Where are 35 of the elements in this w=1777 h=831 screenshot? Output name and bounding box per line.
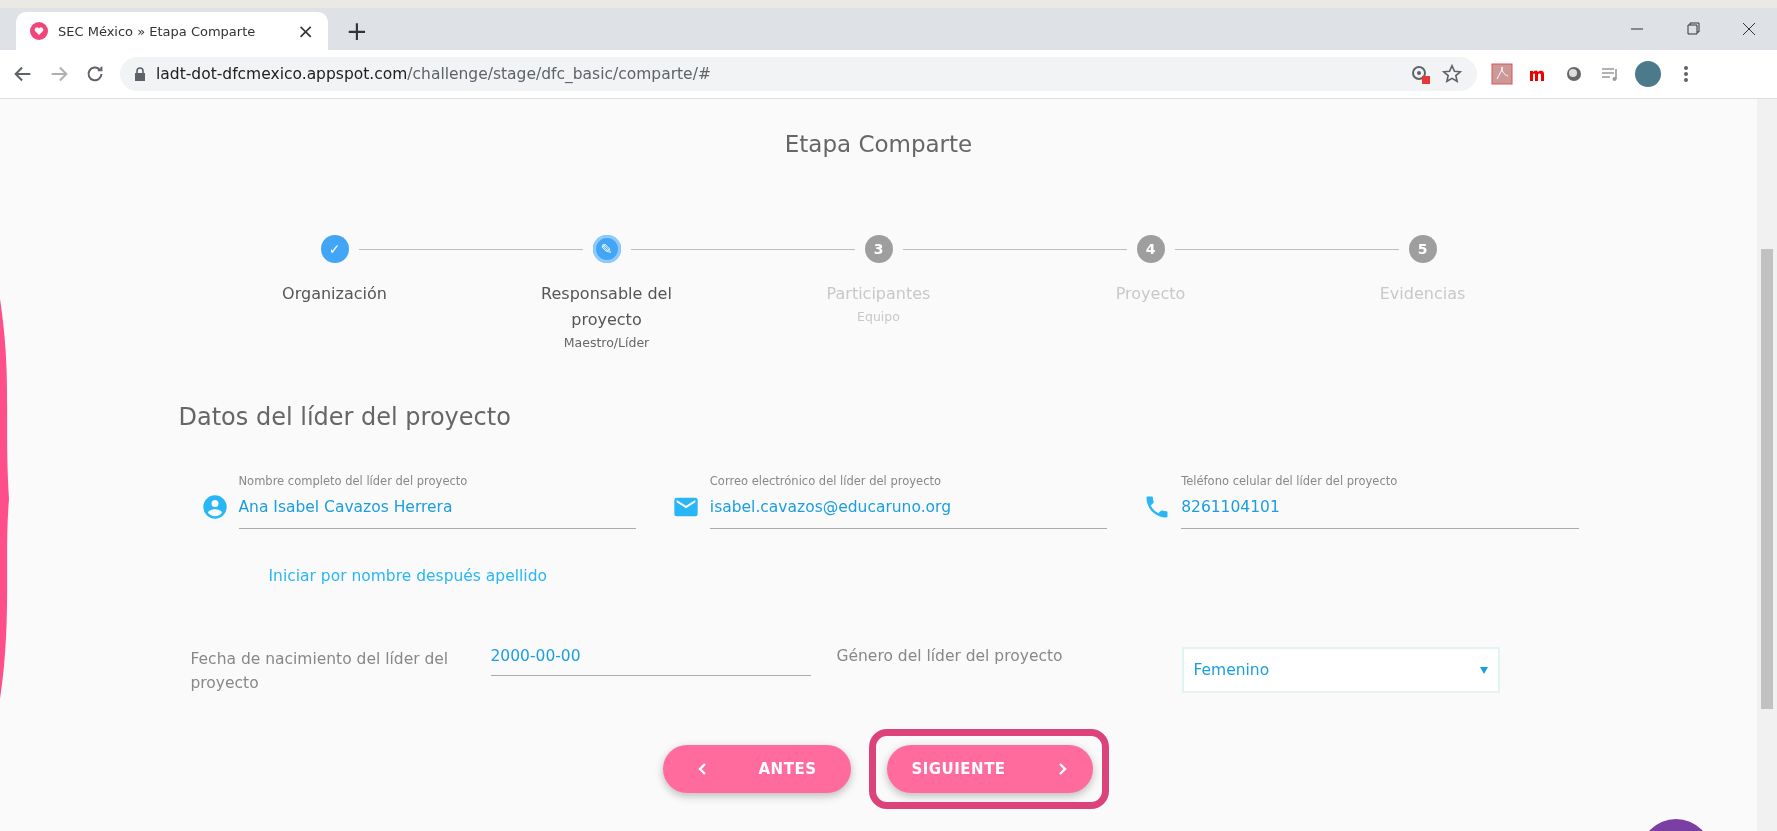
caret-icon [1479, 666, 1488, 674]
url-path: /challenge/stage/dfc_basic/comparte/# [407, 65, 711, 83]
profile-avatar[interactable] [1635, 61, 1661, 87]
step-marker[interactable]: 3 [864, 235, 893, 263]
hint-text: Iniciar por nombre después apellido [268, 567, 547, 585]
chevron-left-icon [696, 762, 709, 776]
text-field[interactable]: Correo electrónico del líder del proyecto isabel.cavazos@educaruno.org [709, 474, 1108, 529]
new-tab-button[interactable]: + [346, 18, 368, 44]
step-label: Organización [281, 283, 388, 305]
location-blocked-icon[interactable] [1409, 63, 1431, 85]
lock-icon [134, 67, 146, 81]
tab-title: SEC México » Etapa Comparte [58, 23, 257, 39]
step-label: Responsable del proyecto [540, 283, 673, 331]
url-host: ladt-dot-dfcmexico.appspot.com [156, 65, 408, 83]
step-marker[interactable]: 5 [1408, 235, 1437, 263]
text-field[interactable]: Teléfono celular del líder del proyecto 8261104101 [1181, 474, 1579, 529]
gender-dropdown[interactable]: Femenino [1181, 647, 1500, 693]
step-marker[interactable]: ✎ [592, 235, 621, 263]
field-label: Fecha de nacimiento del líder del proyecto [190, 649, 450, 694]
text-field[interactable]: Nombre completo del líder del proyecto Ana Isabel Cavazos Herrera [238, 474, 636, 529]
step-sublabel: Maestro/Líder [563, 335, 650, 350]
browser-tab[interactable]: SEC México » Etapa Comparte × [16, 12, 328, 50]
date-field[interactable]: 2000-00-00 [490, 647, 811, 676]
back-button[interactable]: ANTES [662, 745, 851, 793]
step-marker[interactable]: ✓ [320, 235, 349, 263]
next-button[interactable]: SIGUIENTE [886, 745, 1093, 793]
page-title: Etapa Comparte [784, 131, 973, 157]
step-marker[interactable]: 4 [1136, 235, 1165, 263]
star-icon[interactable] [1441, 63, 1463, 85]
section-heading: Datos del líder del proyecto [178, 403, 512, 431]
field-label: Género del líder del proyecto [836, 647, 1064, 665]
address-bar[interactable]: ladt-dot-dfcmexico.appspot.com/challenge/stage/dfc_basic/comparte/# [120, 57, 1477, 91]
scrollbar-thumb[interactable] [1761, 249, 1773, 709]
tab-close-button[interactable]: × [297, 21, 314, 41]
person-icon [200, 492, 229, 521]
